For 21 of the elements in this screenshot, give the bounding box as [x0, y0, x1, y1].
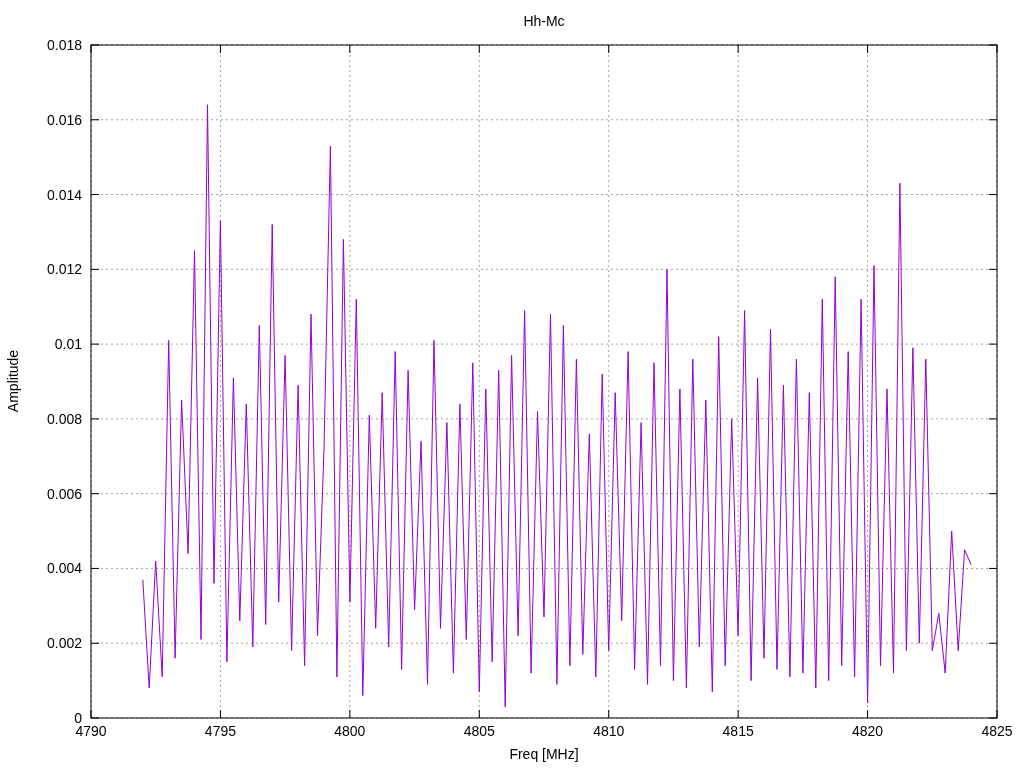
y-tick-label: 0.012 — [46, 261, 82, 278]
y-axis-label: Amplitude — [5, 349, 21, 413]
x-tick-label: 4810 — [593, 723, 625, 739]
y-tick-label: 0.006 — [46, 485, 82, 502]
x-tick-label: 4800 — [334, 723, 366, 739]
x-tick-label: 4815 — [722, 723, 754, 739]
y-tick-label: 0.004 — [46, 560, 82, 577]
y-tick-label: 0.018 — [46, 37, 82, 53]
y-tick-label: 0 — [74, 710, 82, 726]
y-tick-label: 0.014 — [46, 186, 82, 203]
x-tick-label: 4805 — [463, 723, 495, 739]
y-tick-label: 0.002 — [46, 635, 82, 652]
x-tick-label: 4790 — [75, 723, 107, 739]
y-tick-label: 0.008 — [46, 410, 82, 427]
chart-title: Hh-Mc — [523, 13, 565, 29]
x-axis-label: Freq [MHz] — [509, 746, 579, 762]
x-tick-label: 4820 — [852, 723, 884, 739]
x-tick-label: 4795 — [204, 723, 236, 739]
x-tick-label: 4825 — [981, 723, 1013, 739]
y-tick-label: 0.01 — [54, 336, 82, 353]
y-tick-label: 0.016 — [46, 111, 82, 128]
